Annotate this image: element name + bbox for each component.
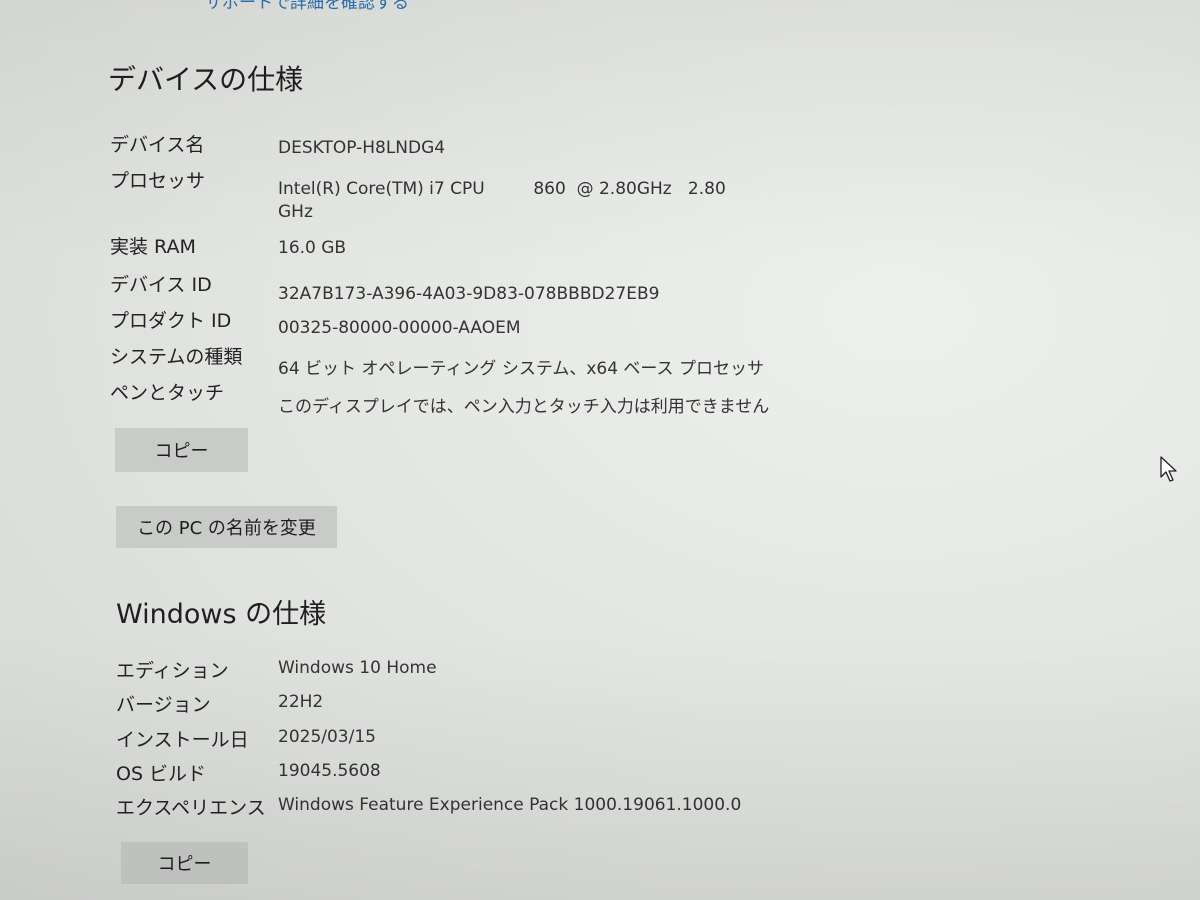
spec-row-ram: 実装 RAM 16.0 GB	[110, 232, 810, 262]
spec-label: ペンとタッチ	[110, 382, 225, 404]
spec-row-processor: プロセッサ Intel(R) Core(TM) i7 CPU 860 @ 2.8…	[110, 166, 810, 226]
spec-value: 19045.5608	[278, 761, 381, 781]
spec-row-install-date: インストール日 2025/03/15	[116, 725, 816, 755]
spec-label: インストール日	[116, 729, 249, 751]
spec-row-device-name: デバイス名 DESKTOP-H8LNDG4	[110, 130, 810, 160]
spec-value: 00325-80000-00000-AAOEM	[278, 318, 521, 338]
spec-row-pen-touch: ペンとタッチ このディスプレイでは、ペン入力とタッチ入力は利用できません	[110, 378, 810, 417]
spec-value: Windows 10 Home	[278, 658, 437, 678]
spec-row-edition: エディション Windows 10 Home	[116, 656, 816, 686]
spec-value: 2025/03/15	[278, 727, 376, 747]
device-specs-title: デバイスの仕様	[108, 63, 304, 96]
spec-value: 32A7B173-A396-4A03-9D83-078BBBD27EB9	[278, 284, 660, 304]
spec-label: バージョン	[116, 694, 211, 716]
spec-row-version: バージョン 22H2	[116, 690, 816, 720]
spec-value: 64 ビット オペレーティング システム、x64 ベース プロセッサ	[278, 359, 764, 379]
rename-pc-button[interactable]: この PC の名前を変更	[116, 506, 337, 548]
spec-label: エクスペリエンス	[116, 797, 266, 819]
spec-row-device-id: デバイス ID 32A7B173-A396-4A03-9D83-078BBBD2…	[110, 270, 810, 304]
spec-label: OS ビルド	[116, 763, 207, 785]
spec-row-os-build: OS ビルド 19045.5608	[116, 759, 816, 789]
copy-device-specs-button[interactable]: コピー	[115, 428, 248, 472]
spec-label: プロセッサ	[110, 170, 206, 192]
spec-value: Windows Feature Experience Pack 1000.190…	[278, 795, 742, 815]
spec-label: デバイス名	[110, 134, 205, 156]
spec-value: このディスプレイでは、ペン入力とタッチ入力は利用できません	[278, 397, 770, 417]
spec-label: エディション	[116, 660, 229, 682]
spec-label: デバイス ID	[110, 274, 212, 296]
spec-row-system-type: システムの種類 64 ビット オペレーティング システム、x64 ベース プロセ…	[110, 342, 810, 379]
support-link[interactable]: サポートで詳細を確認する	[205, 0, 409, 13]
spec-label: 実装 RAM	[110, 236, 196, 258]
spec-value: DESKTOP-H8LNDG4	[278, 138, 446, 158]
spec-row-product-id: プロダクト ID 00325-80000-00000-AAOEM	[110, 306, 810, 338]
spec-row-experience: エクスペリエンス Windows Feature Experience Pack…	[116, 793, 816, 823]
copy-windows-specs-button[interactable]: コピー	[121, 842, 248, 884]
spec-value: 16.0 GB	[278, 238, 347, 258]
windows-specs-title: Windows の仕様	[116, 599, 327, 630]
spec-value: 22H2	[278, 692, 324, 712]
spec-label: システムの種類	[110, 346, 243, 368]
mouse-pointer-icon	[1160, 456, 1177, 482]
spec-value: Intel(R) Core(TM) i7 CPU 860 @ 2.80GHz 2…	[278, 179, 732, 222]
spec-label: プロダクト ID	[110, 310, 232, 332]
